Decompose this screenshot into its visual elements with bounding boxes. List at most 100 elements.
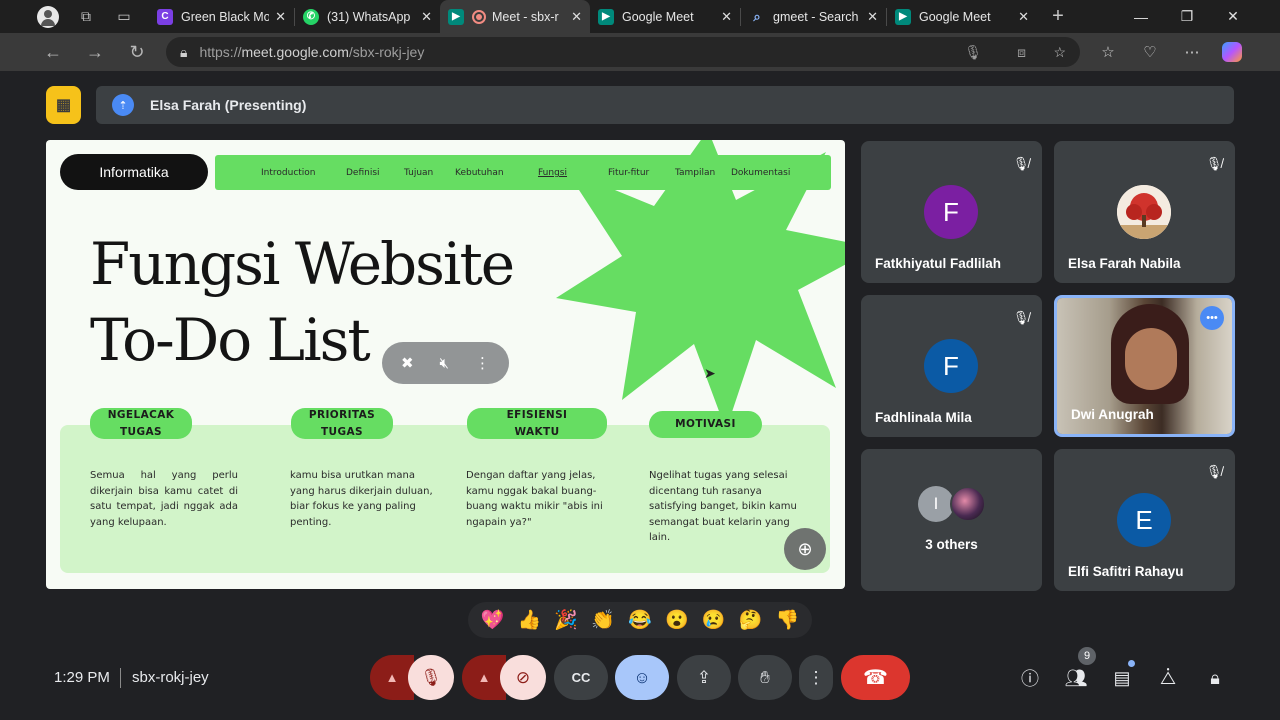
microphone-icon[interactable]: 🎙︎ — [964, 44, 982, 61]
workspaces-icon[interactable]: ⧉ — [71, 2, 101, 32]
raise-hand-button[interactable]: ✋︎ — [738, 655, 792, 700]
url-field[interactable]: 🔒︎ https://meet.google.com/sbx-rokj-jey … — [166, 37, 1080, 67]
meeting-info-icon[interactable]: ⓘ — [1015, 663, 1045, 693]
more-icon[interactable]: ⋯ — [1174, 33, 1210, 71]
site-info-icon[interactable]: 🔒︎ — [180, 44, 187, 61]
leave-call-button[interactable]: ☎︎ — [841, 655, 910, 700]
label-motivasi: MOTIVASI — [649, 411, 762, 438]
slide-title-line2: To-Do List — [90, 306, 371, 374]
close-icon[interactable]: ✕ — [571, 9, 582, 25]
restore-icon[interactable]: ❐ — [1164, 0, 1210, 33]
tab-title: Google Meet — [622, 9, 694, 24]
copilot-icon[interactable] — [1214, 33, 1250, 71]
reaction-thumbs-up[interactable]: 👍 — [517, 608, 541, 632]
minimize-icon[interactable]: — — [1118, 0, 1164, 33]
reaction-thumbs-down[interactable]: 👎 — [776, 608, 800, 632]
forward-icon[interactable]: → — [74, 33, 116, 71]
recording-icon — [472, 9, 486, 24]
host-controls-icon[interactable]: 🔒︎ — [1200, 663, 1230, 693]
close-icon[interactable]: ✕ — [721, 9, 732, 25]
avatar: E — [1117, 493, 1171, 547]
tree-avatar-image — [1117, 185, 1171, 239]
url-prefix: https:// — [199, 44, 242, 60]
more-options-button[interactable]: ⋮ — [799, 655, 833, 700]
profile-icon[interactable] — [33, 2, 63, 32]
participant-tile[interactable]: 🎙︎̸ Elsa Farah Nabila — [1054, 141, 1235, 283]
activities-icon[interactable]: ⧊ — [1153, 663, 1183, 693]
pin-off-icon[interactable]: ✖︎ — [401, 354, 414, 372]
mute-audio-icon[interactable]: 🔇︎ — [440, 354, 449, 372]
reaction-laugh[interactable]: 😂 — [628, 608, 652, 632]
shared-slide: Informatika Introduction Definisi Tujuan… — [46, 140, 845, 589]
new-tab-icon[interactable]: + — [1043, 2, 1073, 32]
avatar: F — [924, 185, 978, 239]
tab-meet-active[interactable]: ▶ Meet - sbx-r ✕ — [440, 0, 590, 33]
reaction-heart[interactable]: 💖 — [481, 608, 505, 632]
body-prioritas-tugas: kamu bisa urutkan mana yang harus dikerj… — [290, 470, 433, 528]
avatar — [1117, 185, 1171, 239]
others-tile[interactable]: I 3 others — [861, 449, 1042, 591]
favorite-star-icon[interactable]: ☆ — [1053, 44, 1066, 61]
whatsapp-icon: ✆ — [303, 8, 319, 25]
reaction-sad[interactable]: 😢 — [702, 608, 726, 632]
zoom-in-icon[interactable]: ⊕ — [784, 528, 826, 570]
present-indicator-icon[interactable]: ▦ — [46, 86, 81, 124]
tab-whatsapp[interactable]: ✆ (31) WhatsApp ✕ — [295, 0, 440, 33]
more-options-icon[interactable]: ⋮ — [475, 354, 490, 372]
presenter-label: Elsa Farah (Presenting) — [150, 97, 307, 113]
emoji-button[interactable]: ☺ — [615, 655, 669, 700]
search-icon: ⌕ — [753, 8, 761, 24]
tab-canva[interactable]: C Green Black Mode ✕ — [149, 0, 294, 33]
participant-count-badge: 9 — [1078, 647, 1096, 665]
avatar: F — [924, 339, 978, 393]
label-ngelacak-tugas: NGELACAK TUGAS — [90, 408, 192, 439]
captions-button[interactable]: CC — [554, 655, 608, 700]
participant-name: Dwi Anugrah — [1071, 407, 1154, 422]
close-icon[interactable]: ✕ — [275, 9, 286, 25]
people-icon[interactable]: 👥︎ — [1061, 663, 1091, 693]
nav-introduction: Introduction — [261, 168, 316, 178]
favorites-icon[interactable]: ☆ — [1090, 33, 1126, 71]
camera-toggle-button[interactable]: ⊘ — [500, 655, 546, 700]
reaction-thinking[interactable]: 🤔 — [739, 608, 763, 632]
avatar — [950, 486, 986, 522]
avatar: I — [918, 486, 954, 522]
reaction-clap[interactable]: 👏 — [591, 608, 615, 632]
meet-icon: ▶ — [598, 8, 614, 25]
chat-unread-dot — [1128, 660, 1135, 667]
screen-share-icon: ⇡ — [112, 94, 134, 116]
back-icon[interactable]: ← — [32, 33, 74, 71]
reaction-party[interactable]: 🎉 — [554, 608, 578, 632]
present-screen-button[interactable]: ⇪ — [677, 655, 731, 700]
presenting-banner: ⇡ Elsa Farah (Presenting) — [96, 86, 1234, 124]
participant-tile[interactable]: E 🎙︎̸ Elfi Safitri Rahayu — [1054, 449, 1235, 591]
participant-tile[interactable]: F 🎙︎̸ Fadhlinala Mila — [861, 295, 1042, 437]
browser-tab-bar: ⧉ ▭ C Green Black Mode ✕ ✆ (31) WhatsApp… — [0, 0, 1280, 33]
others-count: 3 others — [925, 537, 978, 552]
close-icon[interactable]: ✕ — [421, 9, 432, 25]
mic-toggle-button[interactable]: 🎙︎ — [408, 655, 454, 700]
mic-off-icon: 🎙︎̸ — [1012, 310, 1030, 325]
tab-google-meet[interactable]: ▶ Google Meet ✕ — [590, 0, 740, 33]
mouse-cursor-icon: ➤ — [704, 366, 716, 382]
participant-tile-speaking[interactable]: ••• Dwi Anugrah — [1054, 295, 1235, 437]
reaction-surprised[interactable]: 😮 — [665, 608, 689, 632]
divider — [120, 668, 121, 688]
extensions-icon[interactable]: ♡ — [1132, 33, 1168, 71]
tab-google-meet-2[interactable]: ▶ Google Meet ✕ — [887, 0, 1037, 33]
slide-title-line1: Fungsi Website — [90, 230, 515, 298]
tab-actions-icon[interactable]: ▭ — [109, 2, 139, 32]
tile-controls-overlay: ✖︎ 🔇︎ ⋮ — [382, 342, 509, 384]
tab-search[interactable]: ⌕ gmeet - Search ✕ — [741, 0, 886, 33]
participant-tile[interactable]: F 🎙︎̸ Fatkhiyatul Fadlilah — [861, 141, 1042, 283]
subject-pill: Informatika — [60, 154, 208, 190]
close-icon[interactable]: ✕ — [867, 9, 878, 25]
video-face — [1125, 328, 1177, 390]
refresh-icon[interactable]: ↻ — [116, 33, 158, 71]
close-window-icon[interactable]: ✕ — [1210, 0, 1256, 33]
chat-icon[interactable]: ▤ — [1107, 663, 1137, 693]
close-icon[interactable]: ✕ — [1018, 9, 1029, 25]
cast-icon[interactable]: ⧈ — [1017, 44, 1026, 61]
participant-name: Elsa Farah Nabila — [1068, 256, 1181, 271]
speaking-indicator-icon: ••• — [1200, 306, 1224, 330]
